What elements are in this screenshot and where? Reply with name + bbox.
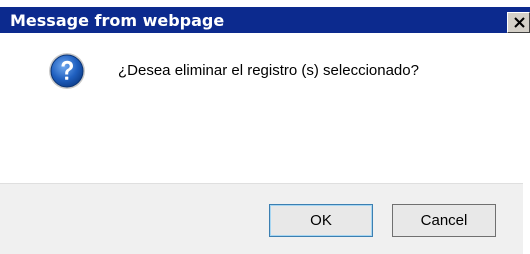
close-icon (514, 17, 525, 28)
title-bar-top-edge (0, 0, 530, 7)
question-icon (49, 53, 85, 89)
title-bar: Message from webpage (0, 0, 530, 33)
divider (0, 183, 530, 184)
dialog-title: Message from webpage (10, 11, 225, 30)
cancel-button[interactable]: Cancel (392, 204, 496, 237)
message-dialog: Message from webpage ¿Desea eliminar el … (0, 0, 530, 254)
dialog-message: ¿Desea eliminar el registro (s) seleccio… (118, 62, 419, 79)
close-button[interactable] (507, 12, 530, 33)
ok-button[interactable]: OK (269, 204, 373, 237)
window-right-edge (523, 33, 530, 254)
